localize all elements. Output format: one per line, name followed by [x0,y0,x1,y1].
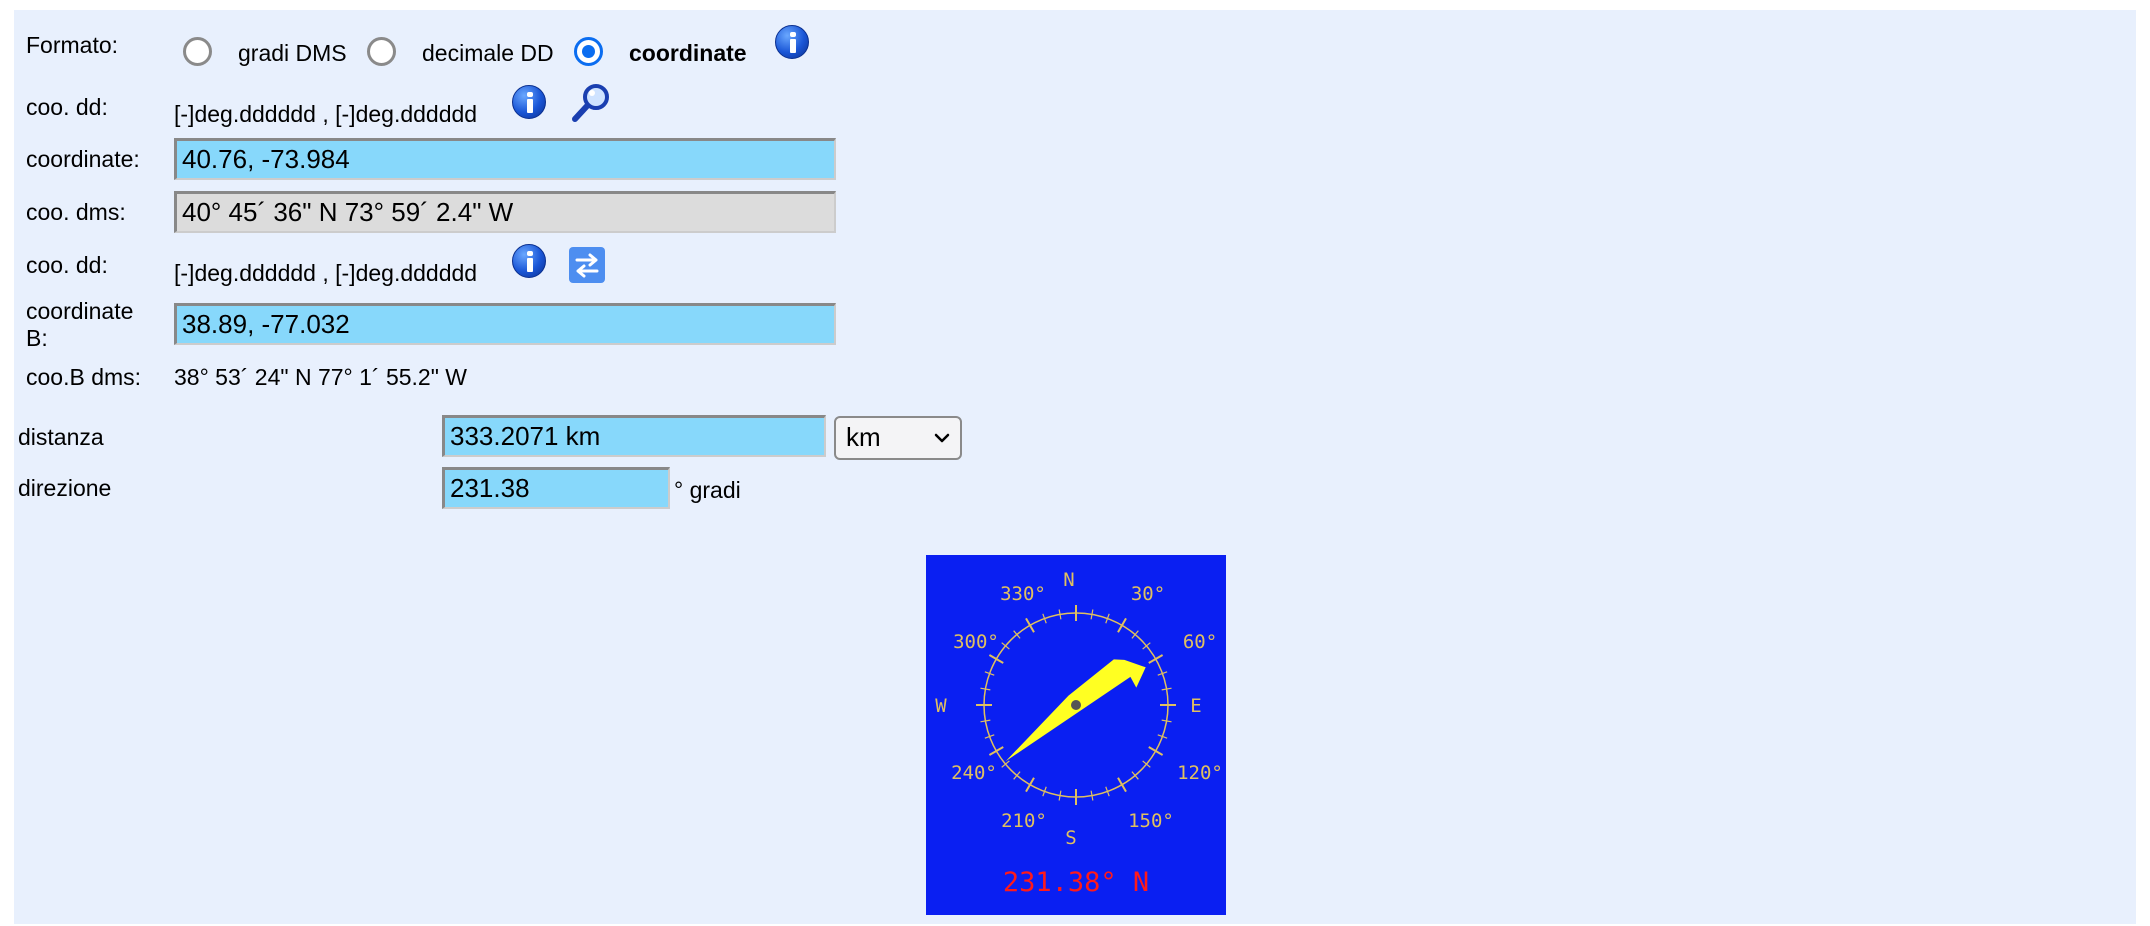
compass-label-330: 330° [1000,583,1046,605]
compass-label-60: 60° [1183,631,1217,653]
compass-label-120: 120° [1177,762,1223,784]
compass-label-210: 210° [1001,810,1047,832]
radio-label-decimale-dd[interactable]: decimale DD [422,40,554,67]
coordinate-b-label-line2: B: [26,325,48,351]
coordinate-b-label-line1: coordinate [26,298,134,324]
coo-dd-hint: [-]deg.dddddd , [-]deg.dddddd [174,101,478,127]
coo-dms-output: 40° 45´ 36" N 73° 59´ 2.4" W [174,191,836,233]
radio-label-coordinate[interactable]: coordinate [629,40,747,67]
info-icon[interactable] [775,25,809,59]
coo-dd-label-b: coo. dd: [26,252,108,278]
compass-label-240: 240° [951,762,997,784]
coordinate-label: coordinate: [26,146,140,172]
distance-label: distanza [18,424,104,450]
radio-decimale-dd[interactable] [367,37,396,66]
distance-output: 333.2071 km [442,415,826,457]
coo-dd-label: coo. dd: [26,94,108,120]
compass-label-150: 150° [1128,810,1174,832]
compass-label-w: W [935,695,947,717]
coordinate-calculator-panel: Formato: gradi DMS decimale DD coordinat… [14,10,2136,924]
info-icon[interactable] [512,85,546,119]
radio-gradi-dms[interactable] [183,37,212,66]
direction-label: direzione [18,475,112,501]
coo-b-dms-label: coo.B dms: [26,364,142,390]
coo-dd-hint-b: [-]deg.dddddd , [-]deg.dddddd [174,260,478,286]
chevron-down-icon [934,433,950,443]
info-icon[interactable] [512,244,546,278]
coo-b-dms-value: 38° 53´ 24" N 77° 1´ 55.2" W [174,364,467,390]
coo-dms-label: coo. dms: [26,199,126,225]
swap-icon[interactable] [569,247,605,283]
compass-label-300: 300° [953,631,999,653]
compass-rose: N E S W 30° 60° 120° 150° 210° 240° 300°… [926,555,1226,915]
format-label: Formato: [26,32,119,58]
magnifier-icon[interactable] [570,82,612,124]
compass-readout: 231.38° N [1003,867,1149,898]
compass-label-n: N [1063,569,1074,591]
direction-output: 231.38 [442,467,670,509]
radio-coordinate[interactable] [574,37,603,66]
coordinate-b-input[interactable]: 38.89, -77.032 [174,303,836,345]
radio-label-gradi-dms[interactable]: gradi DMS [238,40,347,67]
coordinate-input[interactable]: 40.76, -73.984 [174,138,836,180]
distance-unit-value: km [846,422,881,452]
compass-label-e: E [1190,695,1201,717]
compass-label-s: S [1065,827,1076,849]
compass-label-30: 30° [1131,583,1165,605]
compass-pivot [1071,700,1081,710]
direction-unit: ° gradi [674,477,741,503]
distance-unit-select[interactable]: km [834,416,962,460]
